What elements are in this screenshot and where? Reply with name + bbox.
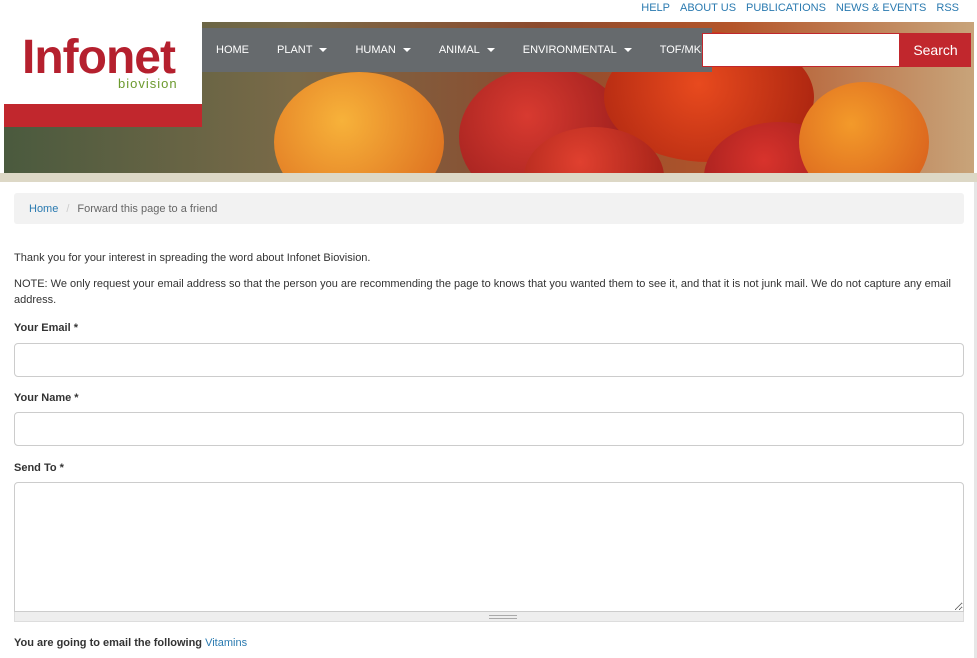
publications-link[interactable]: PUBLICATIONS <box>746 2 826 14</box>
logo-red-bar <box>4 104 202 127</box>
vitamins-link[interactable]: Vitamins <box>205 637 247 649</box>
email-field[interactable] <box>14 343 964 377</box>
nav-plant-label: PLANT <box>277 44 313 56</box>
nav-human-label: HUMAN <box>355 44 396 56</box>
intro-text: Thank you for your interest in spreading… <box>14 252 371 264</box>
header-divider <box>0 173 977 182</box>
search-button[interactable]: Search <box>900 33 971 67</box>
caret-down-icon <box>623 48 632 52</box>
news-events-link[interactable]: NEWS & EVENTS <box>836 2 926 14</box>
nav-animal-label: ANIMAL <box>438 44 480 56</box>
nav-environmental[interactable]: ENVIRONMENTAL <box>509 28 646 72</box>
main-nav: HOME PLANT HUMAN ANIMAL ENVIRONMENTAL TO… <box>202 28 712 72</box>
breadcrumb-separator: / <box>66 202 70 215</box>
nav-plant[interactable]: PLANT <box>263 28 341 72</box>
nav-environmental-label: ENVIRONMENTAL <box>522 44 617 56</box>
nav-home-label: HOME <box>216 44 249 56</box>
pepper-shape <box>274 72 444 173</box>
name-label: Your Name * <box>14 392 79 404</box>
breadcrumb: Home / Forward this page to a friend <box>14 193 964 224</box>
email-label: Your Email * <box>14 322 78 334</box>
nav-human[interactable]: HUMAN <box>341 28 424 72</box>
email-summary-text: You are going to email the following <box>14 637 203 649</box>
page: HELP ABOUT US PUBLICATIONS NEWS & EVENTS… <box>0 0 977 658</box>
breadcrumb-current: Forward this page to a friend <box>77 202 218 215</box>
nav-home[interactable]: HOME <box>202 28 263 72</box>
grip-lines-icon <box>489 615 517 619</box>
email-summary: You are going to email the following Vit… <box>14 637 247 649</box>
rss-link[interactable]: RSS <box>936 2 959 14</box>
nav-animal[interactable]: ANIMAL <box>425 28 509 72</box>
about-us-link[interactable]: ABOUT US <box>680 2 736 14</box>
note-text: NOTE: We only request your email address… <box>14 278 951 306</box>
textarea-resize-grip[interactable] <box>14 612 964 622</box>
breadcrumb-home-link[interactable]: Home <box>29 203 58 215</box>
name-field[interactable] <box>14 412 964 446</box>
search-input[interactable] <box>702 33 900 67</box>
caret-down-icon <box>486 48 495 52</box>
send-to-field[interactable] <box>14 482 964 612</box>
caret-down-icon <box>319 48 328 52</box>
help-link[interactable]: HELP <box>641 2 670 14</box>
send-to-label: Send To * <box>14 462 64 474</box>
utility-links: HELP ABOUT US PUBLICATIONS NEWS & EVENTS… <box>641 2 959 14</box>
pepper-shape <box>799 82 929 173</box>
caret-down-icon <box>402 48 411 52</box>
logo-subtitle: biovision <box>118 76 178 91</box>
